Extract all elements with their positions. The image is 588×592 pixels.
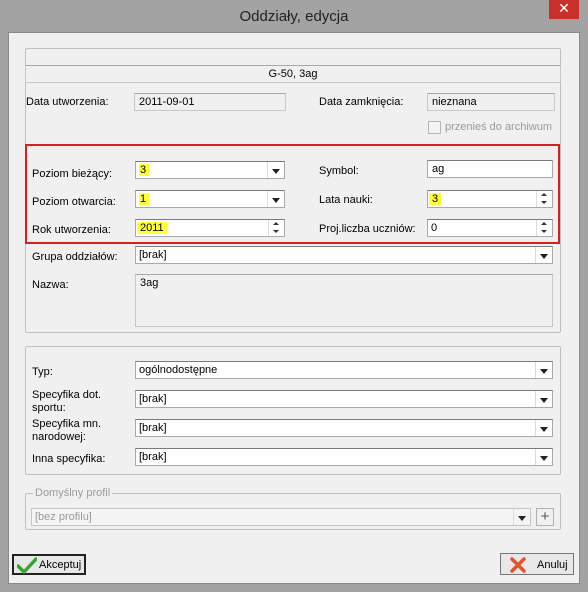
type-combo[interactable]: ogólnodostępne [135, 361, 553, 379]
minority-spec-value: [brak] [139, 422, 167, 434]
sport-spec-value: [brak] [139, 393, 167, 405]
cancel-button[interactable]: Anuluj [500, 553, 574, 575]
current-level-label: Poziom bieżący: [32, 168, 113, 180]
spin-down-icon[interactable] [537, 199, 552, 207]
spin-up-icon[interactable] [537, 191, 552, 199]
minority-spec-label-line2: narodowej: [32, 431, 86, 443]
creation-year-value: 2011 [137, 222, 167, 234]
default-profile-legend: Domyślny profil [33, 487, 113, 499]
chevron-down-icon[interactable] [535, 420, 552, 436]
closed-date-label: Data zamknięcia: [319, 96, 404, 108]
study-years-label: Lata nauki: [319, 194, 373, 206]
spin-up-icon[interactable] [537, 220, 552, 228]
minority-spec-label-line1: Specyfika mn. [32, 418, 102, 430]
chevron-down-icon[interactable] [535, 391, 552, 407]
default-profile-combo[interactable]: [bez profilu] [31, 508, 531, 526]
closed-date-field: nieznana [427, 93, 555, 111]
other-spec-value: [brak] [139, 451, 167, 463]
default-profile-value: [bez profilu] [35, 511, 92, 523]
class-group-value: [brak] [139, 249, 167, 261]
sport-spec-label-line2: sportu: [32, 402, 66, 414]
chevron-down-icon[interactable] [535, 247, 552, 263]
opening-level-value: 1 [139, 193, 150, 205]
spin-down-icon[interactable] [537, 228, 552, 236]
created-date-field: 2011-09-01 [134, 93, 286, 111]
class-name-field[interactable]: 3ag [135, 274, 553, 327]
creation-year-label: Rok utworzenia: [32, 224, 111, 236]
class-banner: G-50, 3ag [25, 65, 561, 83]
archive-checkbox[interactable] [428, 121, 441, 134]
x-icon [510, 557, 526, 576]
minority-spec-combo[interactable]: [brak] [135, 419, 553, 437]
dialog-client-area: G-50, 3ag Data utworzenia: 2011-09-01 Da… [8, 32, 580, 584]
chevron-down-icon[interactable] [535, 449, 552, 465]
accept-label: Akceptuj [39, 559, 82, 571]
created-date-label: Data utworzenia: [26, 96, 109, 108]
class-group-combo[interactable]: [brak] [135, 246, 553, 264]
projected-students-label: Proj.liczba uczniów: [319, 223, 416, 235]
cancel-label: Anuluj [537, 559, 568, 571]
current-level-combo[interactable]: 3 [135, 161, 285, 179]
spin-up-icon[interactable] [269, 220, 284, 228]
window-title: Oddziały, edycja [239, 8, 349, 25]
archive-label: przenieś do archiwum [445, 121, 552, 133]
creation-year-spinner[interactable]: 2011 [135, 219, 285, 237]
chevron-down-icon[interactable] [267, 191, 284, 207]
sport-spec-combo[interactable]: [brak] [135, 390, 553, 408]
chevron-down-icon[interactable] [513, 509, 530, 525]
symbol-input[interactable]: ag [427, 160, 553, 178]
type-label: Typ: [32, 366, 53, 378]
projected-students-spinner[interactable]: 0 [427, 219, 553, 237]
other-spec-combo[interactable]: [brak] [135, 448, 553, 466]
chevron-down-icon[interactable] [267, 162, 284, 178]
study-years-value: 3 [429, 193, 442, 205]
spin-down-icon[interactable] [269, 228, 284, 236]
sport-spec-label-line1: Specyfika dot. [32, 389, 102, 401]
dialog-window: Oddziały, edycja ✕ G-50, 3ag Data utworz… [0, 0, 588, 592]
title-bar[interactable]: Oddziały, edycja ✕ [0, 0, 588, 33]
close-button[interactable]: ✕ [549, 0, 579, 19]
opening-level-combo[interactable]: 1 [135, 190, 285, 208]
add-profile-button[interactable]: + [536, 508, 554, 526]
type-value: ogólnodostępne [139, 364, 218, 376]
chevron-down-icon[interactable] [535, 362, 552, 378]
study-years-spinner[interactable]: 3 [427, 190, 553, 208]
current-level-value: 3 [139, 164, 150, 176]
class-name-label: Nazwa: [32, 279, 69, 291]
other-spec-label: Inna specyfika: [32, 453, 106, 465]
symbol-label: Symbol: [319, 165, 359, 177]
class-group-label: Grupa oddziałów: [32, 251, 118, 263]
accept-button[interactable]: Akceptuj [12, 554, 86, 575]
opening-level-label: Poziom otwarcia: [32, 196, 116, 208]
checkmark-icon [16, 557, 38, 577]
projected-students-value: 0 [431, 222, 438, 234]
